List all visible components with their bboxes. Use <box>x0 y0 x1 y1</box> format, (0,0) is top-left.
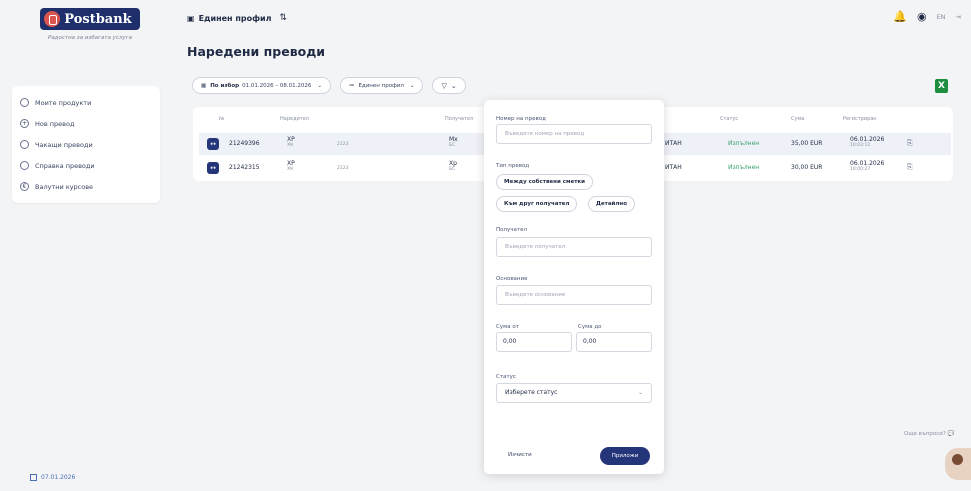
calendar-icon: ▦ <box>201 82 207 89</box>
attachment-icon[interactable]: ⎘ <box>907 139 913 148</box>
filter-icon: ▽ <box>441 81 447 90</box>
sidebar-item-products[interactable]: Моите продукти <box>12 92 160 113</box>
status-label: Статус <box>496 374 516 380</box>
pending-icon <box>20 140 29 149</box>
type-other-recipient-button[interactable]: Към друг получател <box>496 196 578 212</box>
sidebar-item-new-transfer[interactable]: + Нов превод <box>12 113 160 134</box>
column-header: Сума <box>791 116 805 122</box>
list-icon: ≔ <box>348 82 355 89</box>
filter-row: ▦ По избор 01.01.2026 – 08.01.2026 ⌄ ≔ Е… <box>192 77 466 94</box>
amount-to-label: Сума до <box>578 324 602 330</box>
payer-cell: ХР ХК <box>287 160 295 172</box>
attachment-icon[interactable]: ⎘ <box>907 163 913 172</box>
order-number-input[interactable]: Въведете номер на превод <box>496 124 652 144</box>
transfer-id: 21242315 <box>229 164 260 171</box>
new-transfer-icon: + <box>20 119 29 128</box>
help-prompt[interactable]: Още въпроси? 💬 <box>904 431 954 437</box>
column-header: Получател <box>445 116 474 122</box>
amount-from-label: Сума от <box>496 324 519 330</box>
reason-label: Основание <box>496 276 528 282</box>
sidebar-date: 07.01.2026 <box>30 474 75 481</box>
apply-button[interactable]: Приложи <box>600 447 650 465</box>
amount-cell: 35,00 EUR <box>791 140 823 147</box>
column-header: № <box>219 116 225 122</box>
period-label: По избор <box>210 82 240 89</box>
amount-cell: 30,00 EUR <box>791 164 823 171</box>
reason-input[interactable]: Въведете основание <box>496 285 652 305</box>
payer-mid: 2123 <box>337 142 349 147</box>
column-header: Статус <box>720 116 739 122</box>
order-number-label: Номер на превод <box>496 116 546 122</box>
recipient-cell: Хр БС <box>449 160 457 172</box>
amount-to-input[interactable]: 0,00 <box>576 332 652 352</box>
filter-popup: Номер на превод Въведете номер на превод… <box>484 100 664 474</box>
period-filter[interactable]: ▦ По избор 01.01.2026 – 08.01.2026 ⌄ <box>192 77 331 94</box>
expand-row-icon[interactable]: ↔ <box>207 162 219 174</box>
sidebar-item-label: Нов превод <box>35 119 75 128</box>
logout-icon[interactable]: ⇥ <box>956 13 961 21</box>
type-detailed-button[interactable]: Детайлно <box>588 196 635 212</box>
sidebar-date-text: 07.01.2026 <box>41 474 76 481</box>
chevron-down-icon: ⌄ <box>317 82 322 89</box>
profile-name[interactable]: Единен профил <box>199 14 272 23</box>
type-label: Тип превод <box>496 163 530 169</box>
amount-from-input[interactable]: 0,00 <box>496 332 572 352</box>
postbank-mark-icon <box>44 11 61 27</box>
status-badge: Изпълнен <box>728 164 760 171</box>
chevron-down-icon: ⌄ <box>450 81 457 90</box>
products-icon <box>20 98 29 107</box>
notification-bell-icon[interactable]: 🔔 <box>893 10 907 23</box>
status-select-value: Изберете статус <box>505 389 558 396</box>
chevron-down-icon: ⌄ <box>409 82 415 89</box>
column-header: Наредител <box>280 116 309 122</box>
status-select[interactable]: Изберете статус ⌄ <box>496 383 652 403</box>
date-cell: 06.01.2026 10:00:27 <box>850 160 885 172</box>
currency-icon: € <box>20 182 29 191</box>
brand-tagline: Радостна за избагата услуга <box>48 35 132 41</box>
brand-name: Postbank <box>64 11 132 27</box>
sidebar-item-label: Моите продукти <box>35 98 92 107</box>
calendar-icon <box>30 474 37 481</box>
recipient-cell: Мх БС <box>449 136 458 148</box>
excel-export-icon[interactable]: X <box>935 79 948 93</box>
user-icon[interactable]: ◉ <box>917 10 927 23</box>
recipient-input[interactable]: Въведете получател <box>496 237 652 257</box>
sidebar: Postbank Радостна за избагата услуга Мои… <box>0 0 170 491</box>
profile-icon: ▣ <box>187 13 195 23</box>
report-icon <box>20 161 29 170</box>
top-right-actions: 🔔 ◉ EN ⇥ <box>893 10 961 23</box>
sidebar-item-label: Валутни курсове <box>35 182 94 191</box>
advanced-filter-button[interactable]: ▽ ⌄ <box>432 77 466 94</box>
status-badge: Изпълнен <box>728 140 760 147</box>
transfer-id: 21249396 <box>229 140 260 147</box>
date-cell: 06.01.2026 10:03:12 <box>850 136 885 148</box>
postbank-logo: Postbank <box>40 8 140 30</box>
sidebar-item-currency[interactable]: € Валутни курсове <box>12 176 160 197</box>
channel-cell: ИТАН <box>665 140 682 147</box>
payer-mid: 2123 <box>337 166 349 171</box>
sidebar-item-label: Чакащи преводи <box>35 140 93 149</box>
sidebar-item-label: Справка преводи <box>35 161 95 170</box>
profile-filter[interactable]: ≔ Единен профил ⌄ <box>339 77 424 94</box>
page-title: Наредени преводи <box>187 44 326 59</box>
type-own-accounts-button[interactable]: Между собствени сметки <box>496 174 593 190</box>
sidebar-item-report[interactable]: Справка преводи <box>12 155 160 176</box>
payer-cell: ХР ХК <box>287 136 295 148</box>
topbar: ▣ Единен профил ⇅ 🔔 ◉ EN ⇥ <box>187 8 971 28</box>
profile-filter-label: Единен профил <box>358 82 404 89</box>
language-switch[interactable]: EN <box>937 13 946 21</box>
recipient-label: Получател <box>496 227 527 233</box>
sidebar-nav: Моите продукти + Нов превод Чакащи прево… <box>12 86 160 203</box>
column-header: Регистриран <box>843 116 877 122</box>
sidebar-item-pending[interactable]: Чакащи преводи <box>12 134 160 155</box>
chevron-down-icon: ⌄ <box>637 389 643 396</box>
assistant-avatar[interactable] <box>945 448 971 480</box>
expand-row-icon[interactable]: ↔ <box>207 138 219 150</box>
switch-profile-icon[interactable]: ⇅ <box>280 13 288 23</box>
period-value: 01.01.2026 – 08.01.2026 <box>242 82 312 89</box>
clear-button[interactable]: Изчисти <box>508 452 532 458</box>
channel-cell: ИТАН <box>665 164 682 171</box>
brand-logo[interactable]: Postbank Радостна за избагата услуга <box>20 8 160 41</box>
